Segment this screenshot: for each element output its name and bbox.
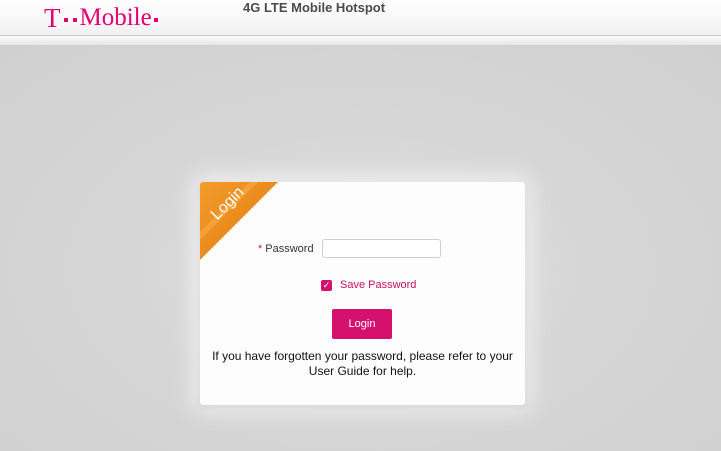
- save-password-option[interactable]: ✓ Save Password: [321, 278, 416, 292]
- password-label: * Password: [258, 242, 314, 256]
- logo-dot: [153, 18, 158, 22]
- save-password-checkbox[interactable]: ✓: [321, 279, 332, 291]
- password-input[interactable]: [322, 239, 441, 258]
- logo-word: Mobile: [79, 4, 152, 31]
- header-divider: [0, 35, 721, 45]
- password-row: * Password: [200, 239, 525, 260]
- top-header: T Mobile 4G LTE Mobile Hotspot: [0, 0, 721, 35]
- tmobile-logo: T Mobile: [44, 1, 158, 35]
- password-label-text: Password: [265, 243, 314, 255]
- save-password-label[interactable]: Save Password: [340, 279, 416, 291]
- logo-dot: [72, 18, 77, 22]
- forgot-password-help: If you have forgotten your password, ple…: [212, 349, 513, 378]
- logo-t: T: [44, 3, 61, 33]
- page-title: 4G LTE Mobile Hotspot: [243, 0, 386, 15]
- login-button[interactable]: Login: [332, 309, 392, 339]
- logo-dot: [63, 18, 68, 22]
- required-marker: *: [258, 243, 263, 255]
- login-card: Login * Password ✓ Save Password Login If…: [200, 182, 525, 405]
- logo-dots: [63, 14, 77, 22]
